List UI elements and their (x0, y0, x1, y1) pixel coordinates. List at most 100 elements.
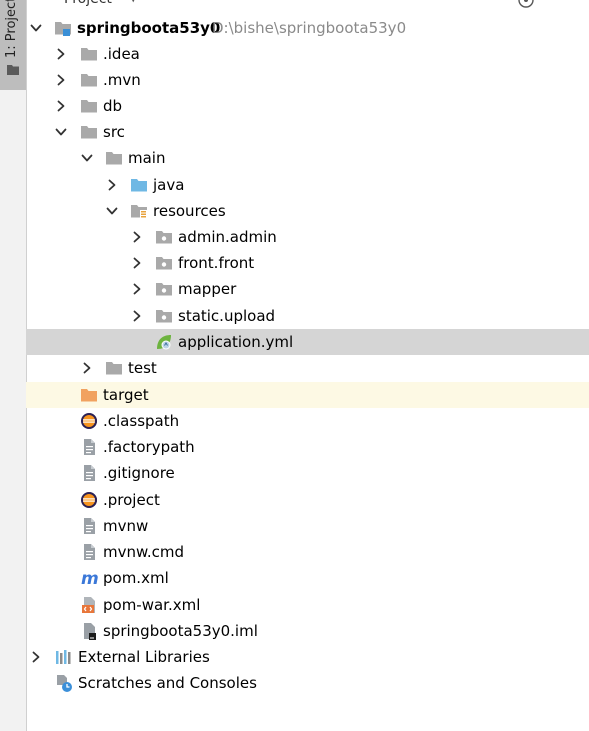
tree-row-pom-war-xml[interactable]: pom-war.xml (26, 592, 589, 618)
tree-item-label: pom-war.xml (103, 596, 201, 614)
chevron-right-icon[interactable] (55, 74, 67, 86)
chevron-right-icon[interactable] (131, 310, 143, 322)
folder-icon (7, 65, 19, 75)
tree-row-external-libraries[interactable]: External Libraries (26, 644, 589, 670)
chevron-down-icon[interactable] (81, 152, 93, 164)
text-file-icon (80, 464, 98, 482)
tree-item-label: .classpath (103, 412, 180, 430)
chevron-down-icon[interactable] (55, 126, 67, 138)
tree-row-target[interactable]: target (26, 382, 589, 408)
tree-row-classpath[interactable]: .classpath (26, 408, 589, 434)
tree-row-factorypath[interactable]: .factorypath (26, 434, 589, 460)
tree-item-label: main (128, 149, 166, 167)
tree-item-label: mvnw (103, 517, 149, 535)
tree-item-label: External Libraries (78, 648, 210, 666)
tree-item-label: src (103, 123, 125, 141)
tree-row-static-upload[interactable]: static.upload (26, 303, 589, 329)
tree-row-admin-admin[interactable]: admin.admin (26, 224, 589, 250)
chevron-right-icon[interactable] (55, 100, 67, 112)
tree-item-label: test (128, 359, 157, 377)
tree-item-label: Scratches and Consoles (78, 674, 257, 692)
xml-file-icon (80, 596, 98, 614)
tree-item-label: .gitignore (103, 464, 175, 482)
tree-row-resources[interactable]: resources (26, 198, 589, 224)
tree-row-mvnw[interactable]: mvnw (26, 513, 589, 539)
tree-item-label: .idea (103, 45, 140, 63)
folder-icon (105, 149, 123, 167)
eclipse-icon (80, 491, 98, 509)
module-path: D:\bishe\springboota53y0 (212, 19, 407, 37)
tree-row-pom-xml[interactable]: pom.xml (26, 565, 589, 591)
chevron-right-icon[interactable] (30, 651, 42, 663)
tree-row-mvnw-cmd[interactable]: mvnw.cmd (26, 539, 589, 565)
tree-row-java[interactable]: java (26, 172, 589, 198)
text-file-icon (80, 438, 98, 456)
chevron-right-icon[interactable] (55, 48, 67, 60)
tree-item-label: db (103, 97, 123, 115)
tree-row-mvn[interactable]: .mvn (26, 67, 589, 93)
tree-row-idea[interactable]: .idea (26, 41, 589, 67)
scratches-icon (55, 674, 73, 692)
folder-icon (105, 359, 123, 377)
tree-item-label: admin.admin (178, 228, 277, 246)
libraries-icon (55, 648, 73, 666)
folder-icon (80, 97, 98, 115)
tree-item-label: static.upload (178, 307, 276, 325)
package-icon (155, 280, 173, 298)
tree-row-test[interactable]: test (26, 355, 589, 381)
tree-row-main[interactable]: main (26, 145, 589, 171)
project-header: Project ▼ (26, 0, 589, 8)
iml-file-icon (80, 622, 98, 640)
tree-item-label: resources (153, 202, 226, 220)
package-icon (155, 228, 173, 246)
chevron-right-icon[interactable] (81, 362, 93, 374)
tree-row-project[interactable]: .project (26, 487, 589, 513)
eclipse-icon (80, 412, 98, 430)
locate-icon[interactable] (518, 0, 534, 8)
project-view-title[interactable]: Project (64, 0, 112, 8)
chevron-right-icon[interactable] (131, 257, 143, 269)
tree-item-label: mvnw.cmd (103, 543, 185, 561)
tree-item-label: .factorypath (103, 438, 195, 456)
tree-row-iml[interactable]: springboota53y0.iml (26, 618, 589, 644)
chevron-down-icon[interactable] (30, 22, 42, 34)
package-icon (155, 254, 173, 272)
project-tool-tab[interactable]: 1: Project (0, 0, 26, 90)
tree-item-label: pom.xml (103, 569, 169, 587)
tree-row-db[interactable]: db (26, 93, 589, 119)
text-file-icon (80, 517, 98, 535)
tree-row-application-yml[interactable]: application.yml (26, 329, 589, 355)
tree-row-src[interactable]: src (26, 119, 589, 145)
maven-icon (80, 569, 98, 587)
module-folder-icon (54, 19, 72, 37)
tree-item-label: .project (103, 491, 160, 509)
folder-icon (80, 123, 98, 141)
tree-row-mapper[interactable]: mapper (26, 276, 589, 302)
tree-item-label: springboota53y0.iml (103, 622, 258, 640)
excluded-folder-icon (80, 386, 98, 404)
source-folder-icon (130, 176, 148, 194)
tree-item-label: application.yml (178, 333, 294, 351)
tree-item-label: mapper (178, 280, 237, 298)
tree-row-front-front[interactable]: front.front (26, 250, 589, 276)
tree-item-label: target (103, 386, 149, 404)
project-tool-tab-label: 1: Project (4, 0, 19, 58)
spring-config-icon (155, 333, 173, 351)
chevron-right-icon[interactable] (131, 283, 143, 295)
chevron-right-icon[interactable] (106, 179, 118, 191)
tool-window-stripe: 1: Project (0, 0, 27, 731)
tree-item-label: java (153, 176, 185, 194)
chevron-right-icon[interactable] (131, 231, 143, 243)
folder-icon (80, 45, 98, 63)
tree-item-label: springboota53y0 (77, 19, 221, 37)
tree-item-label: .mvn (103, 71, 141, 89)
tree-item-label: front.front (178, 254, 255, 272)
tree-row-scratches[interactable]: Scratches and Consoles (26, 670, 589, 696)
view-dropdown-icon[interactable]: ▼ (129, 0, 137, 4)
tree-row-root[interactable]: springboota53y0 D:\bishe\springboota53y0 (26, 15, 589, 41)
chevron-down-icon[interactable] (106, 205, 118, 217)
tree-row-gitignore[interactable]: .gitignore (26, 460, 589, 486)
resources-folder-icon (130, 202, 148, 220)
folder-icon (80, 71, 98, 89)
package-icon (155, 307, 173, 325)
